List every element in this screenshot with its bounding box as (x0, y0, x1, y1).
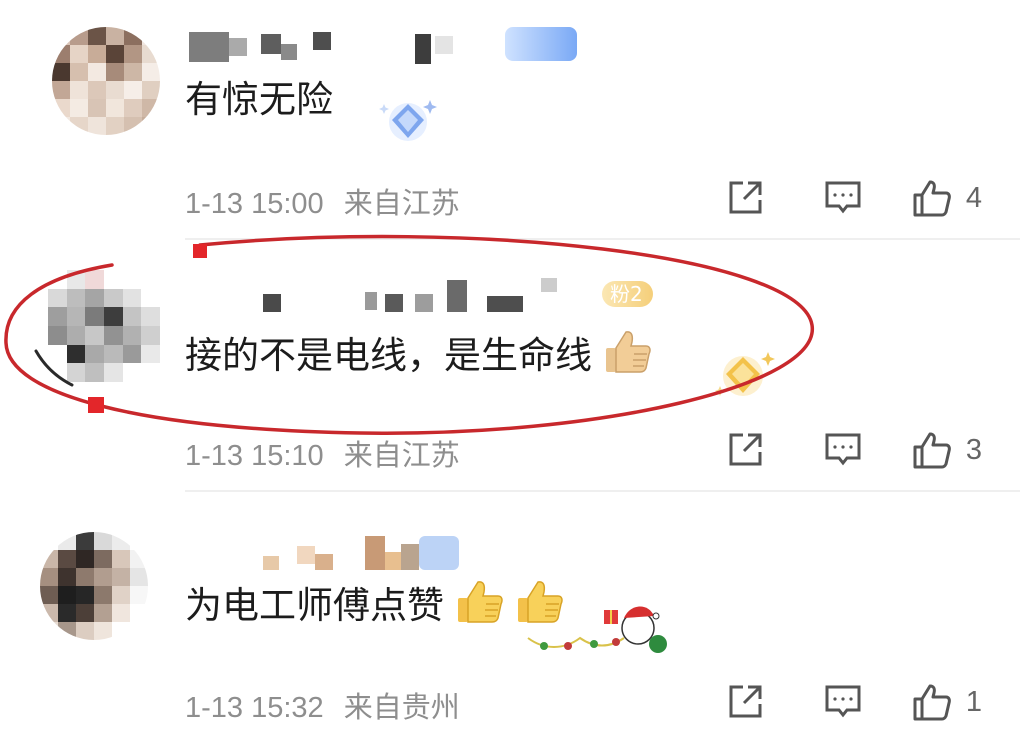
comment-time: 1-13 15:00 (185, 188, 324, 220)
christmas-decoration-icon (527, 606, 667, 653)
comment-icon (825, 433, 861, 466)
avatar[interactable] (48, 270, 160, 382)
comment-text: 接的不是电线，是生命线 (185, 328, 652, 380)
comment-item: 有惊无险 1-13 15:00 来自江苏 4 (0, 0, 1020, 240)
reply-button[interactable] (824, 431, 862, 469)
diamond-medal-icon (715, 352, 775, 396)
share-button[interactable] (726, 683, 764, 721)
comment-meta: 1-13 15:00 来自江苏 (185, 180, 460, 222)
like-button[interactable]: 3 (912, 430, 982, 470)
share-icon (729, 433, 762, 466)
reply-button[interactable] (824, 179, 862, 217)
thumbs-up-icon (913, 180, 951, 217)
share-button[interactable] (726, 179, 764, 217)
comment-text: 有惊无险 (185, 78, 333, 121)
share-icon (729, 685, 762, 718)
avatar[interactable] (52, 27, 160, 135)
like-button[interactable]: 4 (912, 178, 982, 218)
comment-text-content: 接的不是电线，是生命线 (185, 334, 592, 377)
comment-icon (825, 685, 861, 718)
like-count: 4 (965, 181, 982, 214)
comment-time: 1-13 15:10 (185, 440, 324, 472)
like-button[interactable]: 1 (912, 682, 982, 722)
thumbs-up-icon (913, 684, 951, 721)
username-redacted[interactable] (185, 536, 465, 576)
fan-badge: 粉2 (602, 281, 653, 307)
thumbs-up-icon (913, 432, 951, 469)
reply-button[interactable] (824, 683, 862, 721)
comment-text-content: 为电工师傅点赞 (185, 584, 444, 627)
member-badge (505, 27, 577, 61)
comment-item: 粉2 接的不是电线，是生命线 1-13 15:10 来自江苏 3 (0, 240, 1020, 492)
comment-meta: 1-13 15:10 来自江苏 (185, 432, 460, 474)
diamond-medal-icon (379, 100, 437, 141)
comment-meta: 1-13 15:32 来自贵州 (185, 684, 460, 726)
comment-time: 1-13 15:32 (185, 692, 324, 724)
comment-actions: 1 (726, 680, 982, 724)
avatar[interactable] (40, 532, 148, 640)
annotation-mark (193, 244, 207, 258)
thumbs-up-emoji (605, 331, 651, 373)
comment-location: 来自江苏 (343, 188, 460, 220)
share-icon (729, 181, 762, 214)
comment-location: 来自贵州 (343, 692, 460, 724)
like-count: 1 (965, 685, 982, 718)
username-redacted[interactable] (185, 278, 585, 318)
comment-actions: 3 (726, 428, 982, 472)
thumbs-up-emoji (457, 581, 503, 623)
comment-actions: 4 (726, 176, 982, 220)
comment-icon (825, 181, 861, 214)
like-count: 3 (965, 433, 982, 466)
annotation-mark (88, 397, 104, 413)
comment-item: 为电工师傅点赞 1-13 15:32 来自贵州 1 (0, 492, 1020, 730)
share-button[interactable] (726, 431, 764, 469)
comment-location: 来自江苏 (343, 440, 460, 472)
comment-text: 为电工师傅点赞 (185, 578, 564, 630)
